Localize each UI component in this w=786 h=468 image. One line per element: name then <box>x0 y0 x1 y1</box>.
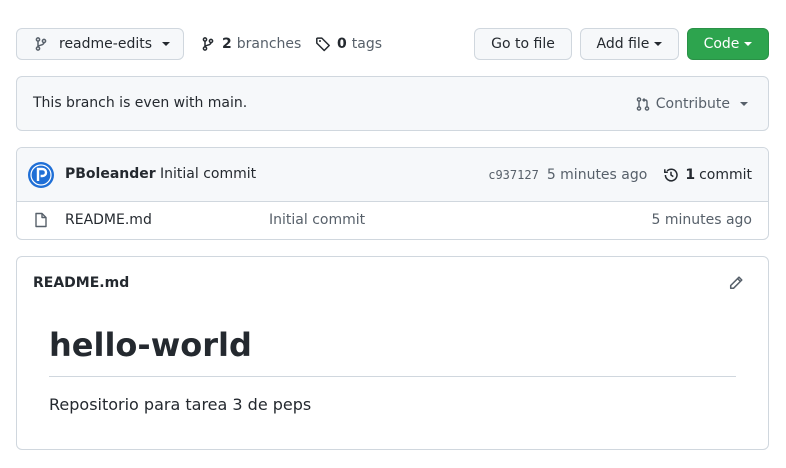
latest-commit-row: PBoleander Initial commit c937127 5 minu… <box>17 148 768 202</box>
commit-count-label: commit <box>699 166 752 183</box>
tags-count: 0 <box>337 36 347 52</box>
file-icon <box>33 212 49 228</box>
commit-count: 1 <box>685 166 696 183</box>
code-button[interactable]: Code <box>687 28 769 60</box>
file-age: 5 minutes ago <box>651 212 752 228</box>
repo-toolbar: readme-edits 2 branches 0 tags Go to fil… <box>16 28 769 60</box>
tags-link[interactable]: 0 tags <box>315 28 382 60</box>
branch-status-box: This branch is even with main. Contribut… <box>16 76 769 131</box>
heading-divider <box>49 376 736 377</box>
branch-status-message: This branch is even with main. <box>33 95 248 111</box>
file-commit-message[interactable]: Initial commit <box>269 202 365 239</box>
tag-icon <box>315 36 331 52</box>
branches-label: branches <box>236 36 302 52</box>
chevron-down-icon <box>654 42 663 46</box>
readme-paragraph: Repositorio para tarea 3 de peps <box>49 395 312 414</box>
branch-select-button[interactable]: readme-edits <box>16 28 184 60</box>
commit-author[interactable]: PBoleander <box>65 148 156 201</box>
commit-age[interactable]: 5 minutes ago <box>547 167 648 183</box>
file-name[interactable]: README.md <box>65 202 152 239</box>
tags-label: tags <box>351 36 382 52</box>
go-to-file-button[interactable]: Go to file <box>474 28 572 60</box>
commit-history-link[interactable]: 1 commit <box>663 167 752 183</box>
history-icon <box>663 167 679 183</box>
go-to-file-label: Go to file <box>491 36 555 52</box>
branch-name: readme-edits <box>59 36 153 52</box>
readme-title[interactable]: README.md <box>33 257 129 309</box>
commit-sha[interactable]: c937127 <box>488 168 539 182</box>
git-pull-request-icon <box>635 96 651 112</box>
chevron-down-icon <box>162 42 171 46</box>
add-file-button[interactable]: Add file <box>580 28 679 60</box>
commit-message[interactable]: Initial commit <box>160 148 256 201</box>
file-browser: PBoleander Initial commit c937127 5 minu… <box>16 147 769 240</box>
git-branch-icon <box>33 36 49 52</box>
contribute-button[interactable]: Contribute <box>635 77 748 130</box>
readme-panel: README.md hello-world Repositorio para t… <box>16 256 769 450</box>
table-row[interactable]: README.md Initial commit 5 minutes ago <box>17 202 768 239</box>
contribute-label: Contribute <box>655 95 730 112</box>
pencil-icon[interactable] <box>728 275 744 291</box>
chevron-down-icon <box>744 42 753 46</box>
add-file-label: Add file <box>596 36 650 52</box>
commit-meta: c937127 5 minutes ago 1 commit <box>488 148 752 201</box>
readme-heading: hello-world <box>49 326 252 364</box>
branches-link[interactable]: 2 branches <box>200 28 301 60</box>
code-label: Code <box>703 36 740 52</box>
chevron-down-icon <box>740 101 748 106</box>
avatar[interactable] <box>28 162 54 188</box>
git-branch-icon <box>200 36 216 52</box>
branches-count: 2 <box>222 36 232 52</box>
